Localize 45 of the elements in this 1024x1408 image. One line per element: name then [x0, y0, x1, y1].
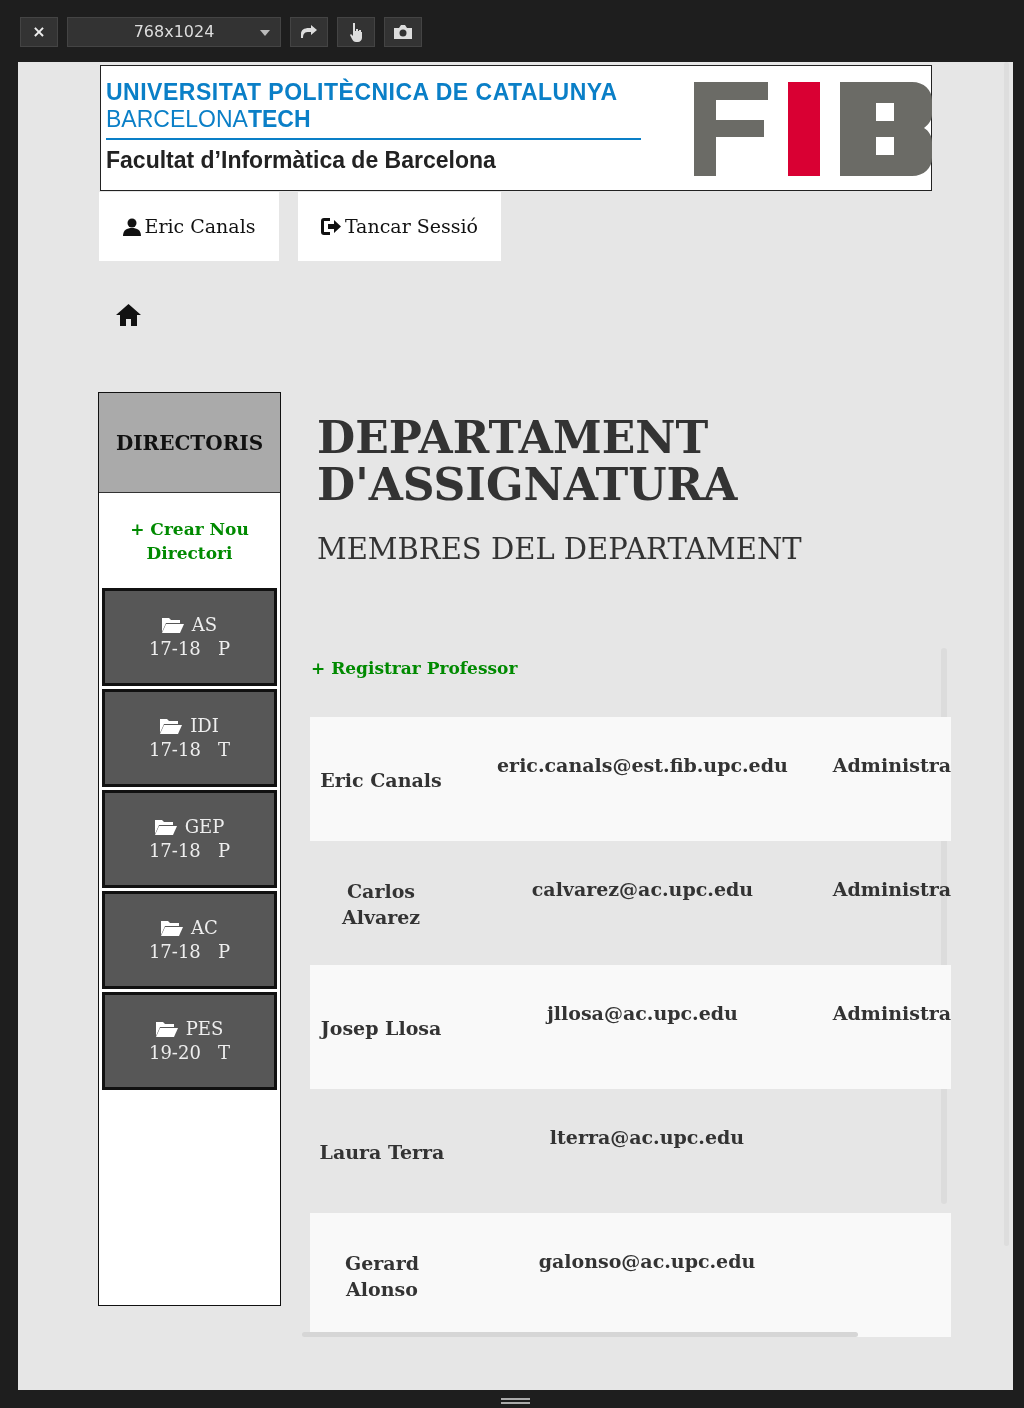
faculty-name: Facultat d’Informàtica de Barcelona [106, 146, 497, 175]
rotate-button[interactable] [290, 17, 328, 47]
page-title: DEPARTAMENT D'ASSIGNATURA [317, 414, 739, 508]
name-cell-text: Laura Terra [318, 1140, 446, 1165]
rotate-icon [300, 25, 318, 39]
university-name: UNIVERSITAT POLITÈCNICA DE CATALUNYA [106, 79, 619, 105]
touch-button[interactable] [337, 17, 375, 47]
directory-item[interactable]: GEP 17-18 P [102, 790, 277, 888]
name-cell-text: Josep Llosa [318, 1016, 443, 1041]
email-cell-text: eric.canals@est.fib.upc.edu [496, 753, 789, 778]
folder-icon [161, 920, 184, 936]
user-icon [122, 217, 141, 236]
folder-icon [161, 617, 184, 633]
page-subtitle: MEMBRES DEL DEPARTAMENT [317, 531, 802, 568]
folder-icon [155, 1021, 178, 1037]
directory-item[interactable]: PES 19-20 T [102, 992, 277, 1090]
email-cell-text: calvarez@ac.upc.edu [530, 877, 755, 902]
directory-item[interactable]: AS 17-18 P [102, 588, 277, 686]
directory-item[interactable]: AC 17-18 P [102, 891, 277, 989]
register-professor-link[interactable]: + Registrar Professor [311, 656, 518, 682]
folder-icon [154, 819, 177, 835]
caret-icon [260, 30, 270, 36]
camera-icon [394, 25, 412, 39]
screenshot-button[interactable] [384, 17, 422, 47]
logout-button[interactable]: Tancar Sessió [298, 192, 501, 261]
hand-pointer-icon [348, 22, 364, 42]
role-cell-text: Administra [832, 1001, 951, 1026]
folder-icon [160, 718, 183, 734]
sidebar-title: DIRECTORIS [99, 393, 280, 493]
role-cell-text: Administra [832, 753, 951, 778]
close-button[interactable]: × [20, 17, 58, 47]
campus-name: BARCELONATECH [106, 105, 311, 133]
email-cell-text: jllosa@ac.upc.edu [544, 1001, 739, 1026]
name-cell-text: Carlos Alvarez [340, 879, 422, 930]
create-directory-link[interactable]: + Crear Nou Directori [119, 516, 260, 565]
name-cell-text: Eric Canals [319, 768, 443, 793]
home-icon[interactable] [116, 304, 141, 326]
directory-item[interactable]: IDI 17-18 T [102, 689, 277, 787]
email-cell-text: galonso@ac.upc.edu [537, 1249, 757, 1274]
sign-out-icon [320, 218, 341, 235]
email-cell-text: lterra@ac.upc.edu [548, 1125, 746, 1150]
role-cell-text: Administra [832, 877, 951, 902]
user-button[interactable]: Eric Canals [99, 192, 279, 261]
name-cell-text: Gerard Alonso [344, 1251, 420, 1302]
device-dropdown[interactable]: 768x1024 [67, 17, 281, 47]
